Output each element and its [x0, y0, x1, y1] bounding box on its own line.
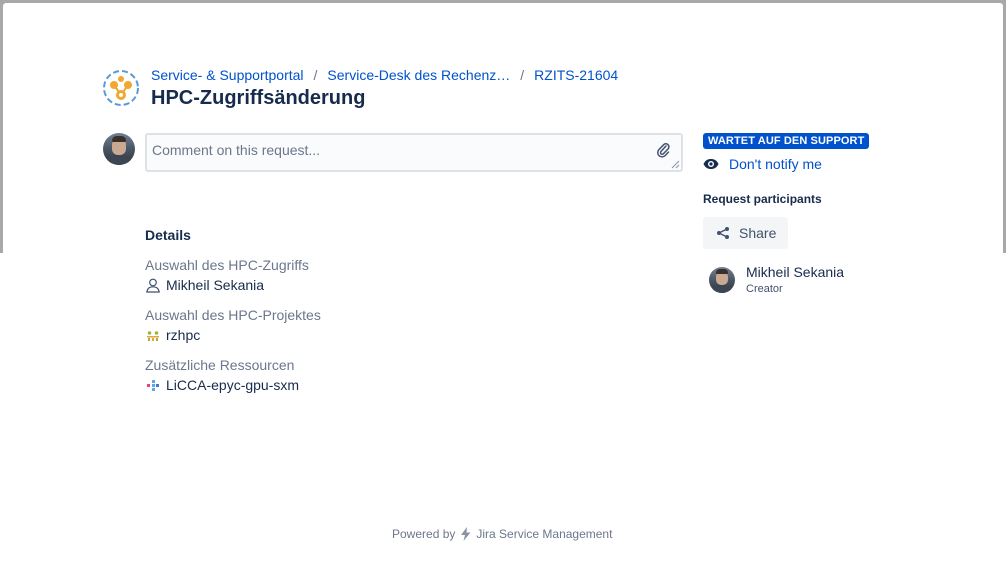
share-button[interactable]: Share [703, 217, 788, 249]
portal-logo-icon [103, 70, 139, 106]
participant-avatar [709, 267, 735, 293]
powered-by-footer: Powered by Jira Service Management [392, 526, 612, 542]
details-heading: Details [145, 227, 191, 243]
field-label-additional-resources: Zusätzliche Ressourcen [145, 357, 295, 373]
share-icon [717, 227, 729, 239]
breadcrumb-separator: / [520, 67, 525, 83]
field-value-text: LiCCA-epyc-gpu-sxm [166, 377, 300, 393]
field-value-hpc-access: Mikheil Sekania [145, 276, 264, 294]
field-value-additional-resources: LiCCA-epyc-gpu-sxm [145, 376, 299, 394]
attachment-icon[interactable] [656, 142, 670, 158]
resize-handle-icon[interactable] [671, 160, 680, 169]
field-label-hpc-access: Auswahl des HPC-Zugriffs [145, 257, 309, 273]
current-user-avatar [103, 133, 135, 165]
powered-by-text: Powered by [392, 527, 456, 541]
field-value-hpc-project: rzhpc [145, 326, 200, 344]
field-label-hpc-project: Auswahl des HPC-Projektes [145, 307, 321, 323]
eye-icon [703, 159, 719, 169]
breadcrumb-separator: / [313, 67, 318, 83]
product-name: Jira Service Management [476, 527, 613, 541]
field-value-text: rzhpc [166, 327, 201, 343]
share-label: Share [739, 225, 777, 241]
status-badge: WARTET AUF DEN SUPPORT [703, 133, 870, 149]
field-value-text: Mikheil Sekania [166, 277, 265, 293]
breadcrumb: Service- & Supportportal / Service-Desk … [151, 66, 618, 84]
user-icon [146, 278, 160, 293]
dont-notify-button[interactable]: Don't notify me [703, 155, 822, 173]
page-title: HPC-Zugriffsänderung [151, 87, 366, 109]
resource-icon [147, 380, 159, 391]
breadcrumb-portal-link[interactable]: Service- & Supportportal [151, 67, 304, 83]
participant-role: Creator [746, 283, 783, 295]
dont-notify-label: Don't notify me [729, 156, 822, 172]
breadcrumb-servicedesk-link[interactable]: Service-Desk des Rechenz… [327, 67, 510, 83]
project-icon [147, 331, 159, 341]
comment-input[interactable]: Comment on this request... [145, 133, 683, 172]
comment-placeholder: Comment on this request... [152, 142, 321, 158]
jira-bolt-icon [461, 527, 471, 541]
participant-name: Mikheil Sekania [746, 264, 845, 280]
participants-heading: Request participants [703, 192, 822, 206]
breadcrumb-issue-key-link[interactable]: RZITS-21604 [534, 67, 618, 83]
